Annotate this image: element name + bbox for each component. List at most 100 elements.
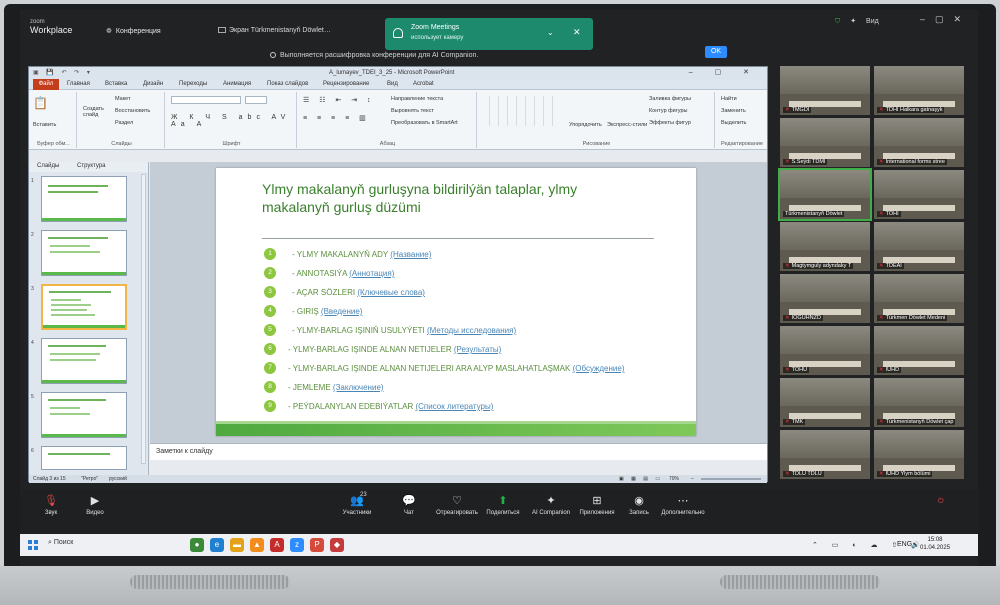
slide-thumbnail[interactable] bbox=[41, 338, 127, 384]
font-name-select[interactable] bbox=[171, 96, 241, 104]
slide-list[interactable]: 1 - YLMY MAKALANYŇ ADY (Название) 2 - ANNO… bbox=[264, 246, 684, 417]
zoom-app-icon[interactable]: z bbox=[290, 538, 304, 552]
find-button[interactable]: Найти bbox=[721, 96, 737, 102]
tab-home[interactable]: Главная bbox=[67, 81, 90, 87]
slide-thumbnail[interactable] bbox=[41, 392, 127, 438]
slides-pane-scrollbar[interactable] bbox=[141, 174, 146, 464]
paste-button[interactable]: Вставить bbox=[33, 122, 56, 128]
video-tile[interactable]: ✕ Magtymguly adyndaky T bbox=[780, 222, 870, 271]
ai-companion-button[interactable]: ✦ AI Companion bbox=[526, 494, 576, 516]
new-slide-button[interactable]: Создать слайд bbox=[83, 106, 109, 118]
video-tile[interactable]: ✕ S.Seýdi TDMI bbox=[780, 118, 870, 167]
video-tile[interactable]: ✕ TDLU TDLU bbox=[780, 430, 870, 479]
app-icon[interactable]: ◆ bbox=[330, 538, 344, 552]
folder-icon[interactable]: ▬ bbox=[230, 538, 244, 552]
section-button[interactable]: Раздел bbox=[115, 120, 133, 126]
video-tile[interactable]: ✕ Türkmenistanyň Döwlet çap bbox=[874, 378, 964, 427]
smartart-button[interactable]: Преобразовать в SmartArt bbox=[391, 120, 458, 126]
tab-file[interactable]: Файл bbox=[33, 79, 59, 90]
tab-insert[interactable]: Вставка bbox=[105, 81, 127, 87]
close-window-icon[interactable]: ✕ bbox=[954, 14, 972, 24]
ppt-window-controls[interactable]: – ▢ ✕ bbox=[689, 68, 759, 76]
shield-icon[interactable]: ⛉ bbox=[835, 18, 840, 25]
current-slide[interactable]: Ylmy makalanyň gurluşyna bildirilýän tal… bbox=[216, 168, 696, 436]
vlc-icon[interactable]: ▲ bbox=[250, 538, 264, 552]
shapes-gallery[interactable] bbox=[481, 96, 557, 126]
video-tile[interactable]: ✕ IUHD bbox=[874, 326, 964, 375]
slide-title[interactable]: Ylmy makalanyň gurluşyna bildirilýän tal… bbox=[262, 180, 642, 216]
tab-acrobat[interactable]: Acrobat bbox=[413, 81, 434, 87]
zoom-out-icon[interactable]: – bbox=[691, 476, 694, 482]
slide-thumbnail[interactable] bbox=[41, 230, 127, 276]
video-tile[interactable]: ✕ TMK bbox=[780, 378, 870, 427]
minimize-icon[interactable]: – bbox=[920, 14, 935, 24]
font-size-select[interactable] bbox=[245, 96, 267, 104]
video-button[interactable]: ▶ Видео bbox=[70, 494, 120, 516]
tab-transitions[interactable]: Переходы bbox=[179, 81, 207, 87]
zoom-slider[interactable] bbox=[701, 478, 761, 480]
close-icon[interactable]: ✕ bbox=[573, 27, 581, 38]
video-tile[interactable]: ✕ TMGDI bbox=[780, 66, 870, 115]
font-format-buttons[interactable]: Ж К Ч S abc AV Аа A bbox=[171, 114, 296, 128]
audio-button[interactable]: 🎙 Звук bbox=[26, 494, 76, 516]
slide-thumbnail[interactable] bbox=[41, 176, 127, 222]
share-button[interactable]: ⬆ Поделиться bbox=[478, 494, 528, 516]
tab-slideshow[interactable]: Показ слайдов bbox=[267, 81, 308, 87]
end-meeting-icon[interactable]: ⏻ bbox=[938, 498, 944, 506]
paste-icon[interactable]: 📋 bbox=[33, 96, 48, 110]
maximize-icon[interactable]: ▢ bbox=[935, 14, 954, 24]
video-tile[interactable]: ✕ TOHI bbox=[874, 170, 964, 219]
view-button[interactable]: Вид bbox=[866, 18, 879, 25]
windows-start-icon[interactable] bbox=[28, 540, 38, 550]
taskbar-search[interactable]: ⌕ Поиск bbox=[48, 539, 73, 547]
zoom-level[interactable]: 70% bbox=[669, 476, 679, 482]
shape-outline-button[interactable]: Контур фигуры bbox=[649, 108, 687, 114]
text-direction-button[interactable]: Направление текста bbox=[391, 96, 443, 102]
notes-pane[interactable]: Заметки к слайду bbox=[150, 443, 767, 460]
language-status[interactable]: русский bbox=[109, 476, 127, 482]
edge-icon[interactable]: e bbox=[210, 538, 224, 552]
video-tile[interactable]: ✕ TDHI Halkara gatnaşyk bbox=[874, 66, 964, 115]
shape-effects-button[interactable]: Эффекты фигур bbox=[649, 120, 691, 126]
taskbar-clock[interactable]: 15:08 01.04.2025 bbox=[920, 536, 950, 552]
tab-animations[interactable]: Анимация bbox=[223, 81, 251, 87]
video-tile[interactable]: ✕ International forms stree bbox=[874, 118, 964, 167]
tab-review[interactable]: Рецензирование bbox=[323, 81, 369, 87]
video-tile[interactable]: ✕ IOGUHNZD bbox=[780, 274, 870, 323]
react-button[interactable]: ♡ Отреагировать bbox=[432, 494, 482, 516]
more-button[interactable]: ⋯ Дополнительно bbox=[658, 494, 708, 516]
chat-button[interactable]: 💬 Чат bbox=[384, 494, 434, 516]
tab-design[interactable]: Дизайн bbox=[143, 81, 163, 87]
align-buttons[interactable]: ≡ ≡ ≡ ≡ ▥ bbox=[303, 114, 370, 122]
align-text-button[interactable]: Выровнять текст bbox=[391, 108, 434, 114]
participants-button[interactable]: 👥 23 Участники bbox=[332, 492, 382, 516]
tab-outline[interactable]: Структура bbox=[77, 163, 105, 169]
video-tile[interactable]: ✕ TOHU bbox=[780, 326, 870, 375]
tab-view[interactable]: Вид bbox=[387, 81, 398, 87]
slide-thumbnail[interactable] bbox=[41, 446, 127, 470]
screen-share-indicator[interactable]: Экран Türkmenistanyň Döwlet… bbox=[218, 27, 331, 34]
select-button[interactable]: Выделить bbox=[721, 120, 746, 126]
acrobat-icon[interactable]: A bbox=[270, 538, 284, 552]
conference-menu[interactable]: ❁ Конференция bbox=[106, 27, 161, 35]
quick-access-toolbar[interactable]: ▣ 💾 ↶ ↷ ▾ bbox=[33, 69, 93, 76]
video-tile[interactable]: ✕ TDEAI bbox=[874, 222, 964, 271]
layout-button[interactable]: Макет bbox=[115, 96, 131, 102]
chrome-icon[interactable]: ● bbox=[190, 538, 204, 552]
ok-button[interactable]: OK bbox=[705, 46, 727, 58]
replace-button[interactable]: Заменить bbox=[721, 108, 746, 114]
arrange-button[interactable]: Упорядочить bbox=[569, 122, 602, 128]
reset-button[interactable]: Восстановить bbox=[115, 108, 150, 114]
powerpoint-app-icon[interactable]: P bbox=[310, 538, 324, 552]
record-button[interactable]: ◉ Запись bbox=[614, 494, 664, 516]
slide-thumbnail-selected[interactable] bbox=[41, 284, 127, 330]
video-tile-active-speaker[interactable]: Türkmenistanyň Döwlet bbox=[778, 168, 872, 221]
chevron-down-icon[interactable]: ⌄ bbox=[547, 28, 554, 37]
video-tile[interactable]: ✕ IUHD Ylym bölümi bbox=[874, 430, 964, 479]
quick-styles-button[interactable]: Экспресс-стили bbox=[607, 122, 647, 128]
view-buttons[interactable]: ▣ ▦ ▤ ▭ bbox=[619, 476, 663, 482]
tab-slides[interactable]: Слайды bbox=[37, 163, 59, 169]
shape-fill-button[interactable]: Заливка фигуры bbox=[649, 96, 691, 102]
video-tile[interactable]: ✕ Türkmen Döwlet Medeni bbox=[874, 274, 964, 323]
list-buttons[interactable]: ☰ ☷ ⇤ ⇥ ↕ bbox=[303, 96, 375, 104]
